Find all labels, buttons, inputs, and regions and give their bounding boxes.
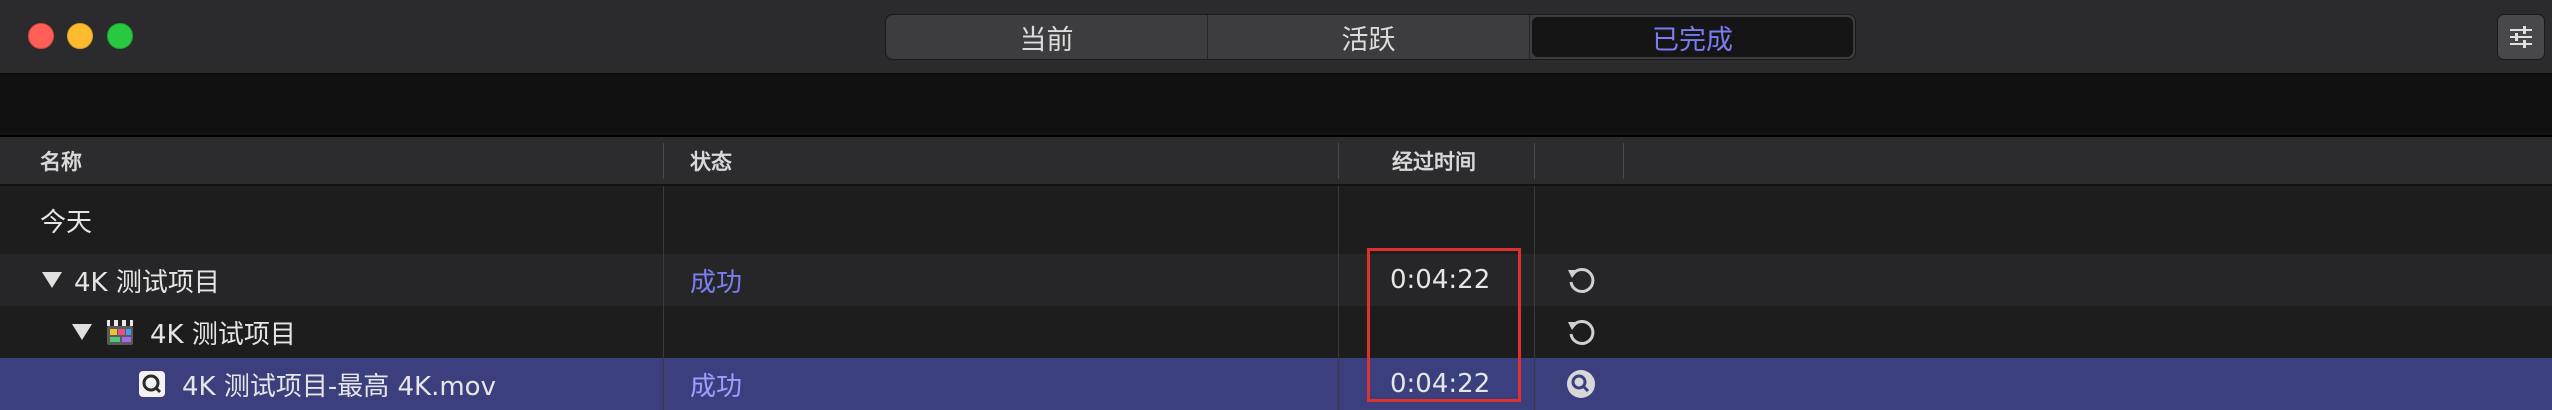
minimize-window-button[interactable] xyxy=(67,23,93,49)
table-row-selected[interactable]: 4K 测试项目-最高 4K.mov 成功 0:04:22 xyxy=(0,358,2552,410)
column-grid-line xyxy=(1534,186,1535,410)
table-row[interactable]: 4K 测试项目 成功 0:04:22 xyxy=(0,254,2552,306)
column-header: 名称 状态 经过时间 xyxy=(0,137,2552,186)
column-divider[interactable] xyxy=(1534,143,1535,179)
job-name: 4K 测试项目 xyxy=(74,267,220,298)
sliders-icon xyxy=(2510,26,2532,48)
toolbar-strip xyxy=(0,75,2552,137)
tab-current[interactable]: 当前 xyxy=(886,15,1208,59)
column-divider[interactable] xyxy=(663,143,664,179)
title-bar: 当前 活跃 已完成 xyxy=(0,0,2552,75)
column-divider[interactable] xyxy=(1338,143,1339,179)
status-text: 成功 xyxy=(690,371,743,402)
elapsed-time: 0:04:22 xyxy=(1390,265,1491,295)
tab-active[interactable]: 活跃 xyxy=(1208,15,1530,59)
project-name: 4K 测试项目 xyxy=(150,319,296,350)
group-label: 今天 xyxy=(40,207,93,238)
output-file-name: 4K 测试项目-最高 4K.mov xyxy=(182,371,496,402)
settings-button[interactable] xyxy=(2497,14,2545,60)
tab-completed[interactable]: 已完成 xyxy=(1532,17,1853,57)
column-header-name[interactable]: 名称 xyxy=(40,137,82,184)
zoom-window-button[interactable] xyxy=(107,23,133,49)
tab-segmented-control: 当前 活跃 已完成 xyxy=(885,14,1856,60)
close-window-button[interactable] xyxy=(28,23,54,49)
elapsed-time: 0:04:22 xyxy=(1390,369,1491,399)
retry-icon xyxy=(1568,267,1595,293)
retry-button[interactable] xyxy=(1565,306,1597,358)
group-header-today: 今天 xyxy=(0,186,2552,254)
quicktime-file-icon xyxy=(139,371,165,397)
column-divider[interactable] xyxy=(1623,143,1624,179)
table-row[interactable]: 4K 测试项目 xyxy=(0,306,2552,358)
disclosure-triangle-icon[interactable] xyxy=(72,324,92,340)
reveal-in-finder-icon xyxy=(1567,370,1595,398)
retry-button[interactable] xyxy=(1565,254,1597,306)
final-cut-project-icon xyxy=(107,320,133,345)
disclosure-triangle-icon[interactable] xyxy=(42,272,62,288)
column-grid-line xyxy=(1338,186,1339,410)
column-header-elapsed[interactable]: 经过时间 xyxy=(1392,137,1476,184)
column-grid-line xyxy=(663,186,664,410)
status-text: 成功 xyxy=(690,267,743,298)
retry-icon xyxy=(1568,319,1595,345)
column-header-status[interactable]: 状态 xyxy=(690,137,732,184)
reveal-in-finder-button[interactable] xyxy=(1566,358,1596,410)
